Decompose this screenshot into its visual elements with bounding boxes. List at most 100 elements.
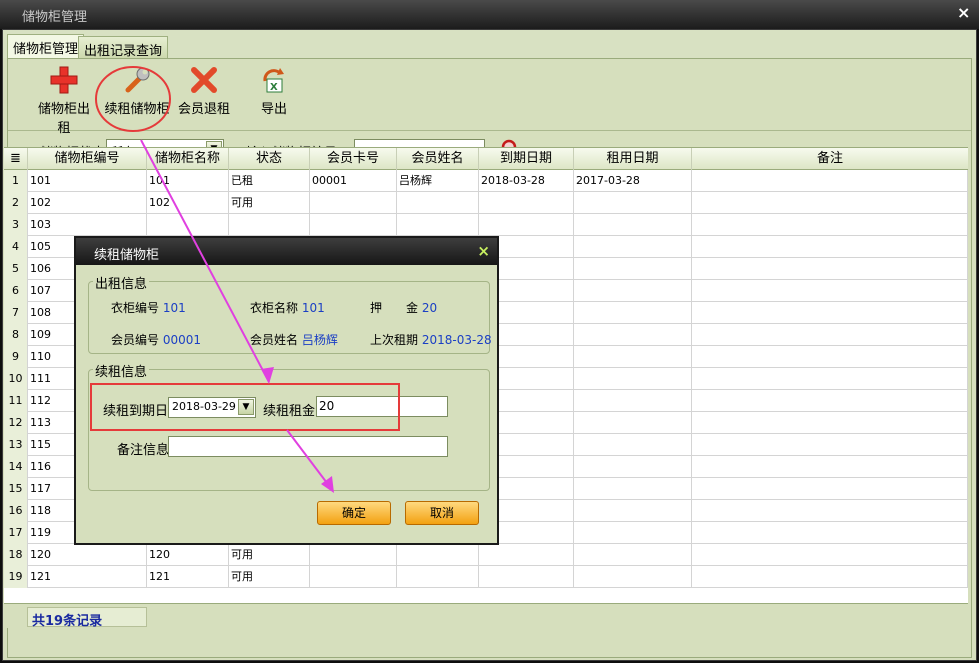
remark-cell — [692, 236, 968, 258]
row-number: 17 — [4, 522, 28, 544]
dialog-titlebar: 续租储物柜 × — [76, 238, 497, 265]
rent-info-group-label: 出租信息 — [93, 273, 150, 292]
table-row[interactable]: 18 120 120 可用 — [4, 544, 968, 566]
status-cell: 已租 — [229, 170, 310, 192]
rent-date-cell — [574, 258, 692, 280]
export-button[interactable]: X 导出 — [254, 65, 294, 117]
row-number: 10 — [4, 368, 28, 390]
remark-cell — [692, 500, 968, 522]
confirm-button[interactable]: 确定 — [317, 501, 391, 525]
rent-date-cell — [574, 324, 692, 346]
last-due-field: 上次租期 2018-03-28 — [370, 331, 492, 348]
due-date-cell — [479, 214, 574, 236]
locker-name-cell: 121 — [147, 566, 229, 588]
remark-cell — [692, 478, 968, 500]
row-number: 13 — [4, 434, 28, 456]
remark-cell — [692, 390, 968, 412]
last-due-label: 上次租期 — [370, 333, 419, 347]
member-name-cell: 吕杨辉 — [397, 170, 479, 192]
col-status[interactable]: 状态 — [229, 148, 310, 170]
wrench-icon — [125, 67, 150, 93]
window-close-icon[interactable]: × — [957, 3, 970, 22]
col-locker-code[interactable]: 储物柜编号 — [28, 148, 147, 170]
toolbar: 储物柜出租 续租储物柜 会员退租 X 导出 — [8, 59, 971, 136]
renew-due-date-value: 2018-03-29 — [172, 400, 236, 413]
tab-rental-records[interactable]: 出租记录查询 — [78, 36, 169, 59]
row-number: 4 — [4, 236, 28, 258]
cabinet-name-label: 衣柜名称 — [250, 301, 299, 315]
member-return-label: 会员退租 — [177, 102, 230, 117]
note-input[interactable] — [168, 436, 448, 457]
remark-cell — [692, 368, 968, 390]
renew-due-label: 续租到期日 — [103, 404, 169, 419]
rent-date-cell — [574, 302, 692, 324]
due-date-cell: 2018-03-28 — [479, 170, 574, 192]
date-dropdown-chevron-icon[interactable]: ▼ — [238, 399, 254, 415]
remark-cell — [692, 434, 968, 456]
col-member-name[interactable]: 会员姓名 — [397, 148, 479, 170]
cabinet-code-value: 101 — [162, 301, 186, 315]
renew-fee-input[interactable]: 20 — [316, 396, 448, 417]
last-due-value: 2018-03-28 — [421, 333, 492, 347]
member-card-cell — [310, 214, 397, 236]
member-card-cell — [310, 544, 397, 566]
member-return-button[interactable]: 会员退租 — [176, 65, 232, 117]
row-number: 18 — [4, 544, 28, 566]
rent-locker-button[interactable]: 储物柜出租 — [32, 65, 96, 136]
renew-due-date-picker[interactable]: 2018-03-29 ▼ — [168, 397, 256, 418]
rent-date-cell — [574, 434, 692, 456]
member-name-cell — [397, 566, 479, 588]
cabinet-name-value: 101 — [301, 301, 325, 315]
due-date-cell — [479, 192, 574, 214]
locker-code-cell: 102 — [28, 192, 147, 214]
rent-date-cell — [574, 544, 692, 566]
table-row[interactable]: 3 103 — [4, 214, 968, 236]
tab-locker-management[interactable]: 储物柜管理 — [7, 34, 85, 58]
cancel-button[interactable]: 取消 — [405, 501, 479, 525]
cabinet-code-field: 衣柜编号 101 — [111, 299, 186, 316]
row-number: 7 — [4, 302, 28, 324]
locker-code-cell: 121 — [28, 566, 147, 588]
row-number: 2 — [4, 192, 28, 214]
table-row[interactable]: 19 121 121 可用 — [4, 566, 968, 588]
cabinet-code-label: 衣柜编号 — [111, 301, 160, 315]
col-locker-name[interactable]: 储物柜名称 — [147, 148, 229, 170]
renew-locker-button[interactable]: 续租储物柜 — [103, 65, 171, 117]
locker-name-cell — [147, 214, 229, 236]
col-member-card[interactable]: 会员卡号 — [310, 148, 397, 170]
status-cell: 可用 — [229, 566, 310, 588]
status-cell — [229, 214, 310, 236]
col-rent-date[interactable]: 租用日期 — [574, 148, 692, 170]
member-no-label: 会员编号 — [111, 333, 160, 347]
col-due-date[interactable]: 到期日期 — [479, 148, 574, 170]
renew-info-group: 续租信息 续租到期日 2018-03-29 ▼ 续租租金 20 备注信息 — [88, 361, 490, 491]
rent-date-cell — [574, 412, 692, 434]
locker-code-cell: 103 — [28, 214, 147, 236]
plus-icon — [50, 66, 78, 94]
due-date-cell — [479, 544, 574, 566]
due-date-cell — [479, 566, 574, 588]
remark-cell — [692, 170, 968, 192]
rent-date-cell — [574, 368, 692, 390]
row-number: 3 — [4, 214, 28, 236]
row-number: 9 — [4, 346, 28, 368]
table-row[interactable]: 2 102 102 可用 — [4, 192, 968, 214]
col-remark[interactable]: 备注 — [692, 148, 968, 170]
member-name-cell — [397, 192, 479, 214]
window-title: 储物柜管理 — [22, 10, 88, 25]
member-card-cell — [310, 566, 397, 588]
rent-date-cell — [574, 390, 692, 412]
remark-cell — [692, 346, 968, 368]
row-number: 5 — [4, 258, 28, 280]
table-row[interactable]: 1 101 101 已租 00001 吕杨辉 2018-03-28 2017-03-28 — [4, 170, 968, 192]
status-cell: 可用 — [229, 192, 310, 214]
rent-date-cell: 2017-03-28 — [574, 170, 692, 192]
remark-cell — [692, 412, 968, 434]
member-card-cell — [310, 192, 397, 214]
dialog-close-icon[interactable]: × — [477, 242, 490, 260]
remark-cell — [692, 302, 968, 324]
row-number: 14 — [4, 456, 28, 478]
rent-date-cell — [574, 346, 692, 368]
row-number: 1 — [4, 170, 28, 192]
rent-date-cell — [574, 214, 692, 236]
